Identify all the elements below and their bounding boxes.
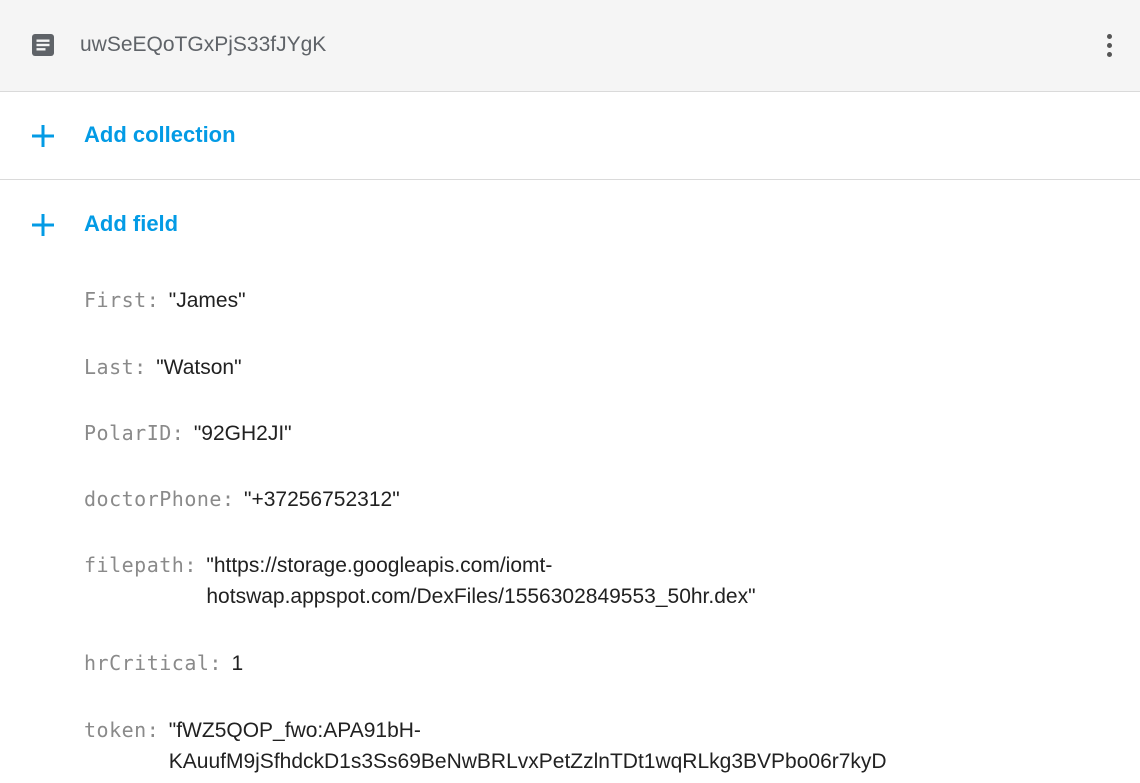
- field-key: Last: [84, 355, 135, 379]
- plus-icon: [32, 125, 54, 147]
- field-value: "https://storage.googleapis.com/iomt- ho…: [206, 554, 756, 608]
- field-key: doctorPhone: [84, 487, 222, 511]
- field-key: filepath: [84, 553, 185, 577]
- more-vert-icon-dot: [1107, 52, 1112, 57]
- field-row-first[interactable]: First: "James": [84, 285, 246, 316]
- add-field-button[interactable]: Add field: [0, 181, 1140, 269]
- field-value: "fWZ5QOP_fwo:APA91bH- KAuufM9jSfhdckD1s3…: [168, 719, 887, 773]
- field-row-filepath[interactable]: filepath: "https://storage.googleapis.co…: [84, 550, 756, 612]
- document-header: uwSeEQoTGxPjS33fJYgK: [0, 0, 1140, 92]
- more-vert-icon: [1107, 34, 1112, 39]
- field-colon: :: [134, 355, 147, 379]
- field-value: "Watson": [156, 356, 242, 379]
- field-value: "+37256752312": [244, 488, 400, 511]
- field-row-hrcritical[interactable]: hrCritical: 1: [84, 648, 243, 679]
- field-row-last[interactable]: Last: "Watson": [84, 352, 242, 383]
- field-row-polarid[interactable]: PolarID: "92GH2JI": [84, 418, 292, 449]
- field-colon: :: [171, 421, 184, 445]
- field-value: "92GH2JI": [193, 422, 292, 445]
- field-colon: :: [184, 553, 197, 577]
- document-icon: [32, 34, 54, 56]
- field-colon: :: [146, 288, 159, 312]
- field-colon: :: [209, 651, 222, 675]
- plus-icon: [32, 214, 54, 236]
- field-key: token: [84, 718, 147, 742]
- field-value: "James": [168, 289, 246, 312]
- more-options-button[interactable]: [1096, 28, 1124, 64]
- firestore-document-panel: uwSeEQoTGxPjS33fJYgK Add collection Add …: [0, 0, 1140, 783]
- add-collection-button[interactable]: Add collection: [0, 92, 1140, 180]
- add-collection-label: Add collection: [84, 122, 236, 147]
- field-key: PolarID: [84, 421, 172, 445]
- field-key: hrCritical: [84, 651, 210, 675]
- field-row-token[interactable]: token: "fWZ5QOP_fwo:APA91bH- KAuufM9jSfh…: [84, 715, 887, 777]
- field-key: First: [84, 288, 147, 312]
- more-vert-icon-dot: [1107, 43, 1112, 48]
- field-colon: :: [221, 487, 234, 511]
- field-colon: :: [146, 718, 159, 742]
- field-value: 1: [231, 652, 244, 675]
- field-row-doctorphone[interactable]: doctorPhone: "+37256752312": [84, 484, 400, 515]
- add-field-label: Add field: [84, 211, 179, 236]
- document-id: uwSeEQoTGxPjS33fJYgK: [80, 33, 327, 56]
